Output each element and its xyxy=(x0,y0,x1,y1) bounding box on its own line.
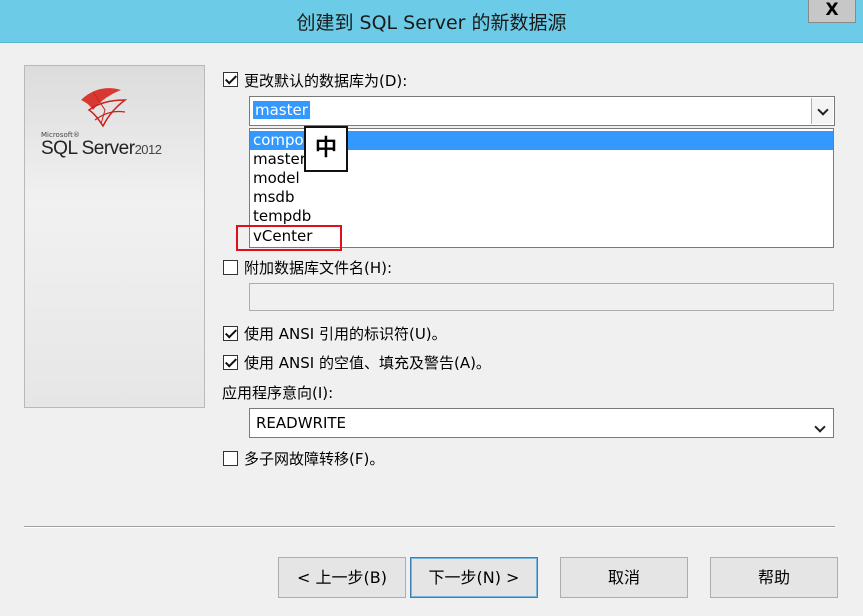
database-option[interactable]: msdb xyxy=(250,188,833,207)
attach-file-checkbox[interactable] xyxy=(223,260,238,275)
sql-server-logo-panel: Microsoft® SQL Server2012 xyxy=(24,65,205,408)
sql-server-logo-icon xyxy=(81,88,128,128)
database-combobox[interactable]: master xyxy=(249,96,835,126)
title-bar: 创建到 SQL Server 的新数据源 xyxy=(0,0,863,43)
back-button[interactable]: < 上一步(B) xyxy=(278,557,406,598)
attach-file-label: 附加数据库文件名(H): xyxy=(244,259,393,277)
ansi-quoted-label: 使用 ANSI 引用的标识符(U)。 xyxy=(244,325,447,343)
logo-version: 2012 xyxy=(134,142,162,157)
chevron-down-icon xyxy=(809,415,829,431)
change-db-label: 更改默认的数据库为(D): xyxy=(244,72,408,90)
chevron-down-icon[interactable] xyxy=(811,98,833,124)
separator xyxy=(24,527,835,528)
multi-subnet-checkbox[interactable] xyxy=(223,451,238,466)
attach-file-input[interactable] xyxy=(249,283,834,311)
logo-product-text: SQL Server2012 xyxy=(41,138,162,160)
ime-indicator: 中 xyxy=(304,126,348,172)
next-button[interactable]: 下一步(N) > xyxy=(410,557,538,598)
multi-subnet-label: 多子网故障转移(F)。 xyxy=(244,450,385,468)
ansi-quoted-checkbox[interactable] xyxy=(223,326,238,341)
help-button[interactable]: 帮助 xyxy=(710,557,838,598)
database-combobox-value: master xyxy=(253,101,310,119)
ansi-nulls-label: 使用 ANSI 的空值、填充及警告(A)。 xyxy=(244,354,491,372)
ansi-nulls-checkbox[interactable] xyxy=(223,355,238,370)
close-button[interactable]: X xyxy=(808,0,856,23)
app-intent-value: READWRITE xyxy=(256,414,347,432)
logo-product-name: SQL Server xyxy=(41,138,135,159)
window-title: 创建到 SQL Server 的新数据源 xyxy=(296,12,567,34)
change-db-checkbox[interactable] xyxy=(223,72,238,87)
highlight-annotation-box xyxy=(236,225,342,251)
database-option[interactable]: tempdb xyxy=(250,207,833,226)
app-intent-select[interactable]: READWRITE xyxy=(249,408,834,438)
cancel-button[interactable]: 取消 xyxy=(560,557,688,598)
app-intent-label: 应用程序意向(I): xyxy=(222,384,334,402)
